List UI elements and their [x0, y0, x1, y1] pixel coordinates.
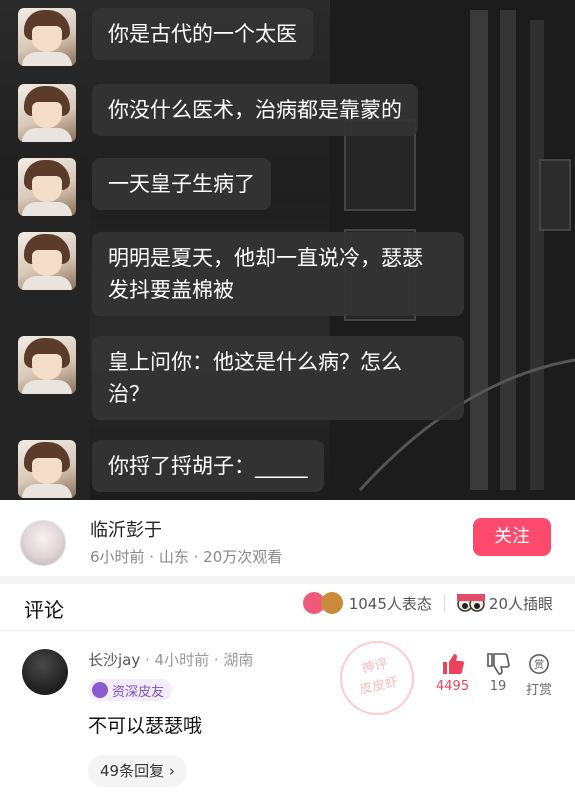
- commenter-avatar[interactable]: [22, 649, 68, 695]
- comment-text: 不可以瑟瑟哦: [88, 715, 203, 737]
- chat-avatar: [18, 440, 76, 498]
- reactions-summary: 1045人表态 20人插眼: [302, 592, 553, 614]
- view-replies-button[interactable]: 49条回复 ›: [88, 755, 187, 787]
- peeking-eyes-icon: [456, 594, 485, 612]
- chat-message: 皇上问你：他这是什么病？怎么 治？: [18, 336, 464, 420]
- reward-icon-glyph: 赏: [534, 659, 544, 671]
- user-level-badge[interactable]: 资深皮友: [88, 679, 173, 701]
- god-comment-stamp: 神评 皮皮虾: [333, 634, 421, 722]
- eye-count[interactable]: 20人插眼: [489, 593, 553, 614]
- chat-bubble: 你捋了捋胡子：_____: [92, 440, 324, 492]
- section-divider: [0, 576, 575, 584]
- chat-avatar: [18, 158, 76, 216]
- dislike-count: 19: [489, 679, 507, 694]
- chat-message: 你是古代的一个太医: [18, 8, 313, 66]
- author-info: 临沂彭于 6小时前 · 山东 · 20万次观看 关注: [0, 504, 575, 576]
- comments-title: 评论: [24, 598, 64, 622]
- follow-button[interactable]: 关注: [473, 518, 551, 556]
- divider: [443, 594, 445, 612]
- chat-bubble: 你是古代的一个太医: [92, 8, 313, 60]
- commenter-name[interactable]: 长沙jay: [88, 651, 140, 669]
- thumbs-up-icon: [442, 654, 464, 674]
- comment-meta: · 4小时前 · 湖南: [140, 651, 254, 669]
- like-count: 4495: [436, 679, 470, 694]
- thumbs-down-icon: [487, 653, 510, 675]
- chat-message: 你没什么医术，治病都是靠蒙的: [18, 84, 418, 142]
- chat-bubble: 皇上问你：他这是什么病？怎么 治？: [92, 336, 464, 420]
- chat-message: 一天皇子生病了: [18, 158, 271, 216]
- reward-button[interactable]: 赏 打赏: [526, 653, 552, 698]
- badge-gem-icon: [92, 682, 108, 698]
- dislike-button[interactable]: 19: [486, 653, 510, 694]
- chat-screenshot-area: ‹ 你是古代的一个太医 你没什么医术，治病都是靠蒙的 一天皇子生病了 明明是夏天…: [0, 0, 575, 500]
- badge-label: 资深皮友: [112, 684, 165, 700]
- chat-bubble: 明明是夏天，他却一直说冷，瑟瑟 发抖要盖棉被: [92, 232, 464, 316]
- chat-message: 明明是夏天，他却一直说冷，瑟瑟 发抖要盖棉被: [18, 232, 464, 316]
- author-avatar[interactable]: [20, 520, 66, 566]
- chat-bubble: 你没什么医术，治病都是靠蒙的: [92, 84, 418, 136]
- like-button[interactable]: 4495: [436, 653, 469, 694]
- comment-item: 长沙jay · 4小时前 · 湖南 资深皮友 不可以瑟瑟哦 49条回复 › 神评…: [0, 631, 575, 800]
- chat-bubble: 一天皇子生病了: [92, 158, 271, 210]
- video-progress-bar[interactable]: [0, 500, 575, 503]
- chat-avatar: [18, 84, 76, 142]
- reward-label: 打赏: [526, 683, 553, 698]
- post-meta: 6小时前 · 山东 · 20万次观看: [90, 548, 283, 566]
- police-hat-reaction-icon: [320, 592, 343, 614]
- chat-avatar: [18, 232, 76, 290]
- author-name[interactable]: 临沂彭于: [90, 516, 162, 542]
- comments-header: 评论 1045人表态 20人插眼: [0, 584, 575, 630]
- chat-message: 你捋了捋胡子：_____: [18, 440, 324, 498]
- chat-avatar: [18, 8, 76, 66]
- reactions-count[interactable]: 1045人表态: [349, 593, 432, 614]
- commenter-line: 长沙jay · 4小时前 · 湖南: [88, 649, 253, 670]
- chat-avatar: [18, 336, 76, 394]
- reward-coin-icon: 赏: [529, 654, 549, 674]
